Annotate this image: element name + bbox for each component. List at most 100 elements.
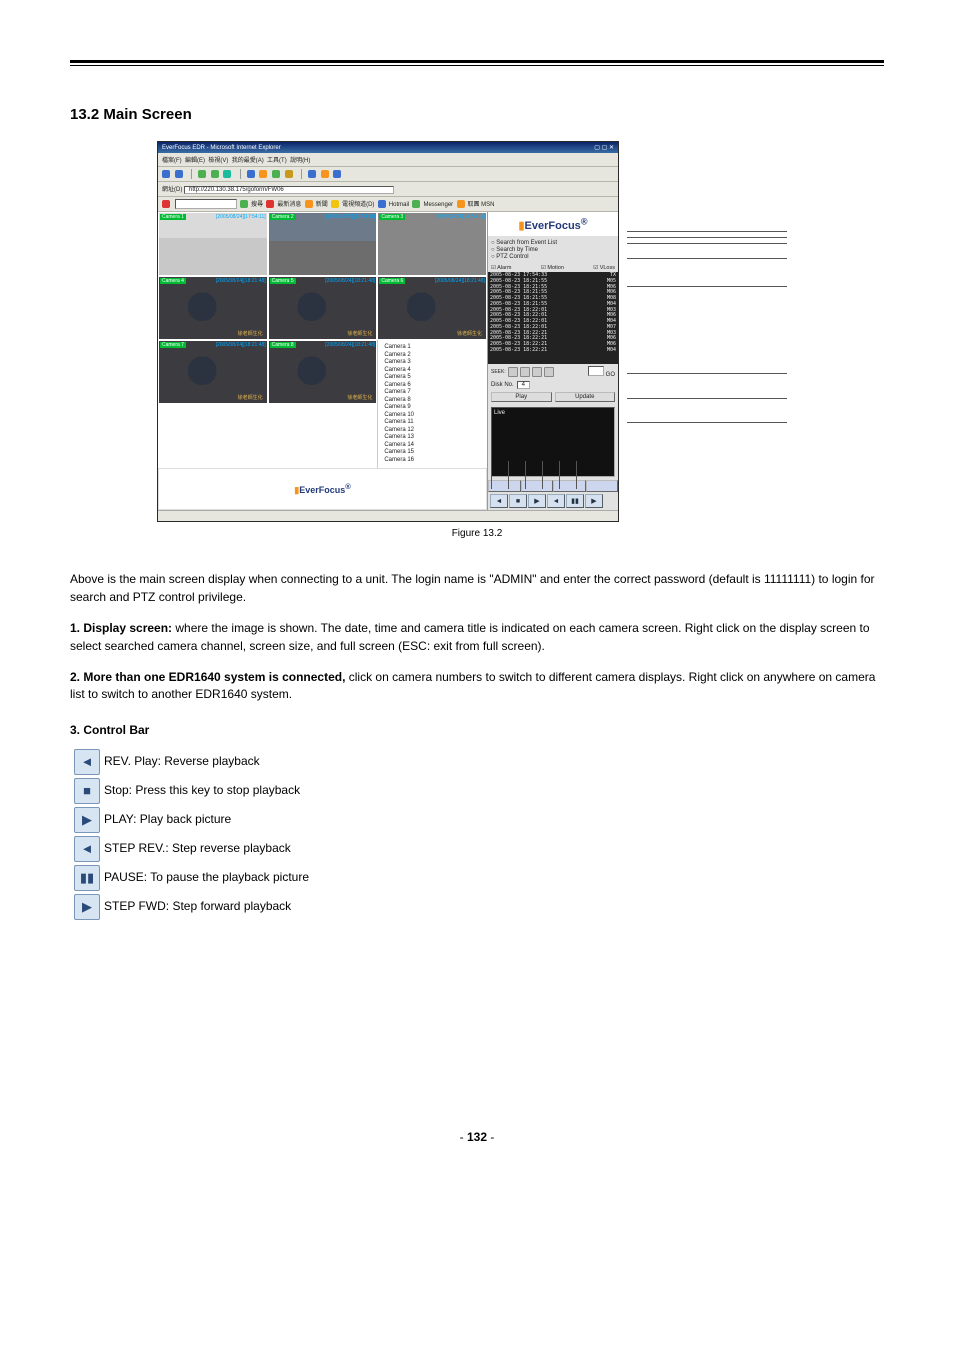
legend-row: ◄ STEP REV.: Step reverse playback [70, 836, 884, 862]
divider-thick [70, 60, 884, 63]
link-icon[interactable] [266, 200, 274, 208]
play-button[interactable]: Play [491, 392, 552, 402]
rev-play-button[interactable]: ◄ [490, 494, 508, 508]
callout-leader [627, 243, 787, 244]
browser-address-bar: 網址(D) http://220.130.38.175/goform/FW06 [158, 182, 618, 197]
update-button[interactable]: Update [555, 392, 616, 402]
menu-item[interactable]: 工具(T) [267, 158, 287, 164]
search-icon[interactable] [247, 170, 255, 178]
address-input[interactable]: http://220.130.38.175/goform/FW06 [184, 186, 394, 194]
divider-thin [70, 65, 884, 66]
msn-icon[interactable] [162, 200, 170, 208]
link-item[interactable]: Hotmail [389, 202, 409, 208]
refresh-icon[interactable] [211, 170, 219, 178]
link-item[interactable]: 搜尋 [251, 202, 263, 208]
forward-icon[interactable] [175, 170, 183, 178]
menu-item[interactable]: 說明(H) [290, 158, 310, 164]
link-item[interactable]: 新聞 [316, 202, 328, 208]
app-content: Camera 1[2005/08/24][17:54:11] Camera 2[… [158, 212, 618, 510]
camera-tile[interactable]: Camera 8[2005/08/24][18:21:48]徐老師生化 [268, 340, 378, 404]
play-button[interactable]: ▶ [528, 494, 546, 508]
browser-toolbar [158, 167, 618, 182]
description-block: Above is the main screen display when co… [70, 571, 884, 920]
favorites-icon[interactable] [259, 170, 267, 178]
page-input[interactable] [588, 366, 604, 376]
camera-tile[interactable]: Camera 6[2005/08/24][18:21:48]徐老師生化 [377, 276, 487, 340]
camera-tile[interactable]: Camera 3[2005/08/24][17:54:11] [377, 212, 487, 276]
window-controls: ▢ ▢ ✕ [594, 144, 614, 151]
link-item[interactable]: 電視頻道(D) [342, 202, 374, 208]
callout-leader [627, 286, 787, 287]
legend-row: ▶ PLAY: Play back picture [70, 807, 884, 833]
pager-next-icon[interactable] [532, 367, 542, 377]
link-item[interactable]: 最新消息 [277, 202, 301, 208]
link-item[interactable]: Messenger [423, 202, 453, 208]
subheading: 3. Control Bar [70, 722, 884, 739]
link-icon[interactable] [378, 200, 386, 208]
menu-item[interactable]: 我的最愛(A) [232, 158, 264, 164]
step-fwd-button[interactable]: ▶ [585, 494, 603, 508]
callout-leader [542, 461, 543, 489]
print-icon[interactable] [321, 170, 329, 178]
edit-icon[interactable] [333, 170, 341, 178]
callout-leader [576, 461, 577, 489]
pause-button[interactable]: ▮▮ [566, 494, 584, 508]
event-list[interactable]: 2005-08-23 17:54:33TX 2005-08-23 18:21:5… [488, 272, 618, 364]
media-icon[interactable] [272, 170, 280, 178]
callout-leader [627, 373, 787, 374]
link-item[interactable]: 取團 MSN [468, 202, 495, 208]
paragraph: 2. More than one EDR1640 system is conne… [70, 669, 884, 704]
link-icon[interactable] [412, 200, 420, 208]
camera-area: Camera 1[2005/08/24][17:54:11] Camera 2[… [158, 212, 487, 510]
browser-link-bar: 搜尋 最新消息 新聞 電視頻道(D) Hotmail Messenger 取團 … [158, 197, 618, 212]
pager-first-icon[interactable] [508, 367, 518, 377]
pager-prev-icon[interactable] [520, 367, 530, 377]
callout-leader [627, 422, 787, 423]
event-pager[interactable]: SEEK: GO [488, 364, 618, 380]
mail-icon[interactable] [308, 170, 316, 178]
stop-icon[interactable] [198, 170, 206, 178]
link-icon[interactable] [305, 200, 313, 208]
callout-leader [508, 461, 509, 489]
camera-tile[interactable]: Camera 7[2005/08/24][18:21:48]徐老師生化 [158, 340, 268, 404]
browser-title: EverFocus EDR - Microsoft Internet Explo… [162, 145, 281, 151]
camera-list[interactable]: Camera 1Camera 2Camera 3Camera 4 Camera … [377, 340, 450, 468]
menu-item[interactable]: 編輯(E) [185, 158, 205, 164]
menu-item[interactable]: 檢視(V) [208, 158, 228, 164]
menu-item[interactable]: 檔案(F) [162, 158, 182, 164]
screenshot-browser-window: EverFocus EDR - Microsoft Internet Explo… [157, 141, 619, 522]
camera-tile[interactable]: Camera 1[2005/08/24][17:54:11] [158, 212, 268, 276]
camera-tile[interactable]: Camera 4[2005/08/24][18:21:48]徐老師生化 [158, 276, 268, 340]
home-icon[interactable] [223, 170, 231, 178]
back-icon[interactable] [162, 170, 170, 178]
status-box: Live [491, 407, 615, 477]
filter-checks[interactable]: ☑ Alarm☑ Motion☑ VLoss [488, 264, 618, 272]
link-icon[interactable] [457, 200, 465, 208]
disk-select-row[interactable]: Disk No. 4 [488, 380, 618, 390]
control-bar: ◄ ■ ▶ ◄ ▮▮ ▶ [488, 492, 618, 510]
camera-tile[interactable]: Camera 5[2005/08/24][18:21:48]徐老師生化 [268, 276, 378, 340]
figure-wrap: EverFocus EDR - Microsoft Internet Explo… [157, 141, 797, 522]
camera-grid: Camera 1[2005/08/24][17:54:11] Camera 2[… [158, 212, 487, 468]
stop-icon: ■ [74, 778, 100, 804]
step-rev-button[interactable]: ◄ [547, 494, 565, 508]
browser-status-bar [158, 510, 618, 521]
search-mode-radios[interactable]: ○ Search from Event List ○ Search by Tim… [488, 236, 618, 264]
callout-leader [627, 231, 787, 232]
browser-title-bar: EverFocus EDR - Microsoft Internet Explo… [158, 142, 618, 153]
section-heading: 13.2 Main Screen [70, 106, 884, 123]
link-icon[interactable] [331, 200, 339, 208]
paragraph: 1. Display screen: where the image is sh… [70, 620, 884, 655]
stop-button[interactable]: ■ [509, 494, 527, 508]
camera-tile[interactable]: Camera 2[2005/08/24][17:54:11] [268, 212, 378, 276]
callout-leader [559, 461, 560, 489]
disk-select[interactable]: 4 [517, 381, 530, 389]
address-label: 網址(D) [162, 187, 182, 193]
pager-last-icon[interactable] [544, 367, 554, 377]
link-icon[interactable] [240, 200, 248, 208]
history-icon[interactable] [285, 170, 293, 178]
footer-logo: ▮EverFocus® [158, 468, 487, 510]
page-footer: - 132 - [70, 1130, 884, 1144]
search-input[interactable] [175, 199, 237, 209]
legend-row: ▮▮ PAUSE: To pause the playback picture [70, 865, 884, 891]
